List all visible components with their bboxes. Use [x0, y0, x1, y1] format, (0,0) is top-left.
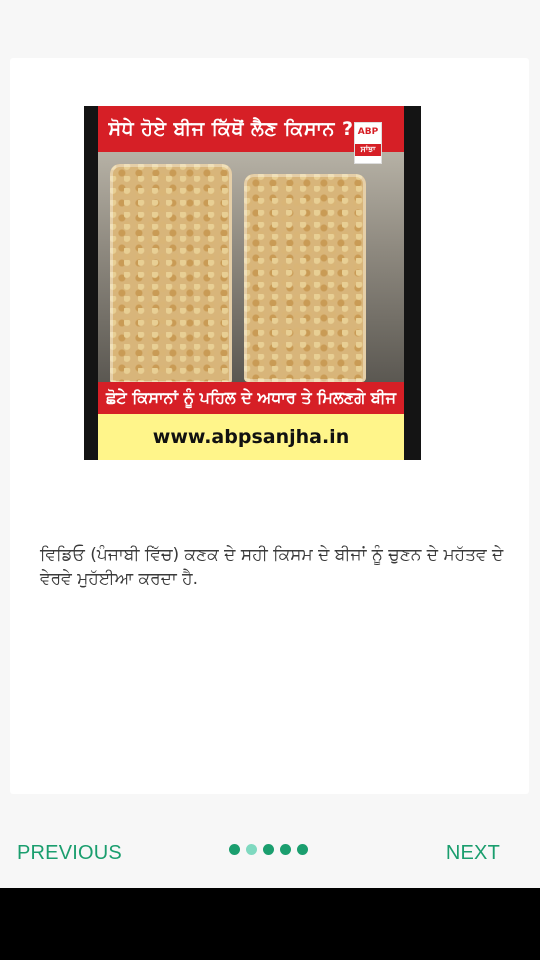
video-frame: ਸੋਧੇ ਹੋਏ ਬੀਜ ਕਿੱਥੋਂ ਲੈਣ ਕਿਸਾਨ ? ABP ਸਾਂਝ… — [98, 106, 404, 460]
content-card: ਸੋਧੇ ਹੋਏ ਬੀਜ ਕਿੱਥੋਂ ਲੈਣ ਕਿਸਾਨ ? ABP ਸਾਂਝ… — [10, 58, 529, 794]
page-indicator — [229, 844, 308, 856]
seed-jar-left — [110, 164, 232, 384]
video-description: ਵਿਡਿਓ (ਪੰਜਾਬੀ ਵਿੱਚ) ਕਣਕ ਦੇ ਸਹੀ ਕਿਸਮ ਦੇ ਬ… — [40, 545, 504, 589]
logo-text: ABP — [357, 127, 379, 137]
video-url-banner: www.abpsanjha.in — [98, 414, 404, 460]
logo-sub: ਸਾਂਝਾ — [355, 144, 381, 156]
page-dot — [229, 844, 240, 855]
page-dot — [246, 844, 257, 855]
system-navigation-bar — [0, 888, 540, 960]
page-dot — [280, 844, 291, 855]
pager-bar: PREVIOUS NEXT — [0, 812, 540, 888]
page-dot — [297, 844, 308, 855]
video-banner-bottom: ਛੋਟੇ ਕਿਸਾਨਾਂ ਨੂੰ ਪਹਿਲ ਦੇ ਅਧਾਰ ਤੇ ਮਿਲਣਗੇ … — [98, 382, 404, 414]
previous-button[interactable]: PREVIOUS — [17, 842, 122, 865]
abp-logo-icon: ABP ਸਾਂਝਾ — [354, 122, 382, 164]
seed-jar-right — [244, 174, 366, 382]
page-dot — [263, 844, 274, 855]
video-thumbnail[interactable]: ਸੋਧੇ ਹੋਏ ਬੀਜ ਕਿੱਥੋਂ ਲੈਣ ਕਿਸਾਨ ? ABP ਸਾਂਝ… — [84, 106, 421, 460]
top-bar — [0, 0, 540, 58]
next-button[interactable]: NEXT — [446, 842, 500, 865]
